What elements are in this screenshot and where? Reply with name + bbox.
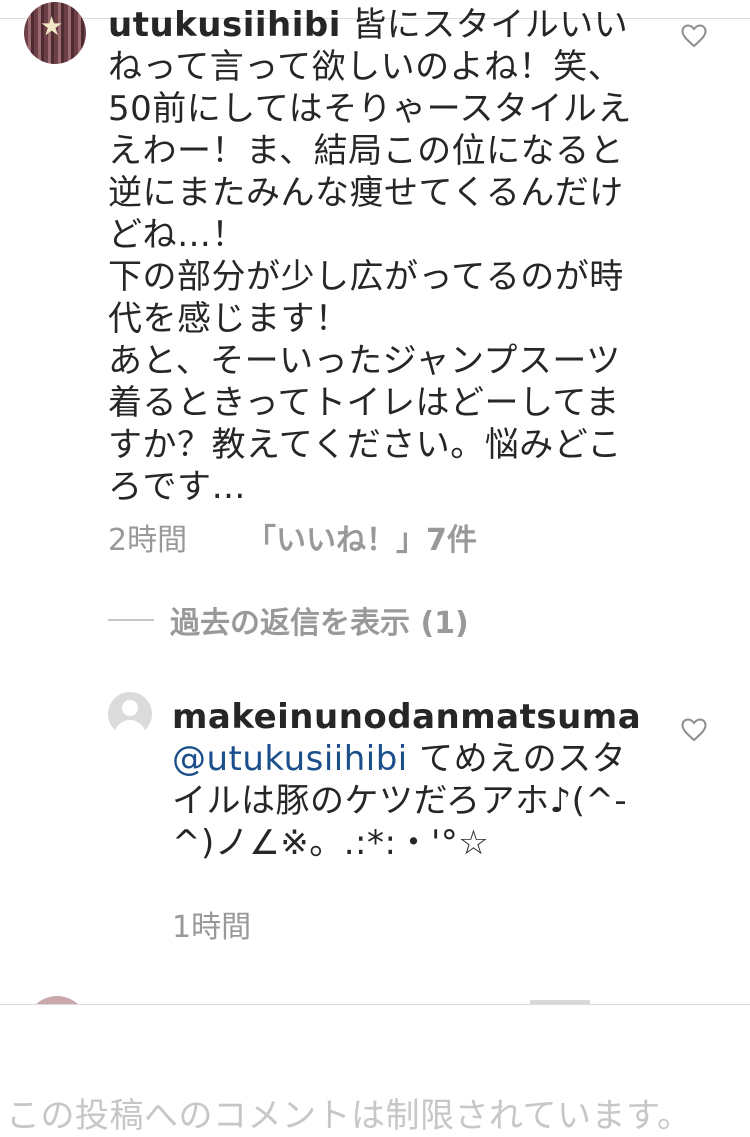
- replies-divider-line: [108, 619, 154, 621]
- star-icon: ★: [40, 12, 64, 42]
- view-replies-label: 過去の返信を表示 (1): [170, 606, 469, 641]
- person-silhouette-icon: [122, 700, 138, 716]
- commenter-avatar[interactable]: ★: [24, 2, 86, 64]
- comment-like-button[interactable]: [681, 24, 707, 48]
- comment-likes-count[interactable]: 「いいね！」7件: [246, 515, 477, 559]
- comment-username[interactable]: utukusiihibi: [108, 5, 341, 45]
- reply-body: makeinunodanmatsuma @utukusiihibi てめえのスタ…: [172, 696, 642, 864]
- comment-text: 皆にスタイルいいねって言って欲しいのよね！笑、50前にしてはそりゃースタイルええ…: [108, 5, 632, 507]
- heart-icon: [681, 718, 707, 742]
- reply-like-button[interactable]: [681, 718, 707, 742]
- reply-mention[interactable]: @utukusiihibi: [172, 739, 408, 779]
- person-silhouette-body: [114, 720, 146, 736]
- reply-avatar[interactable]: [108, 692, 152, 736]
- comments-restricted-notice: この投稿へのコメントは制限されています。: [6, 1096, 692, 1136]
- comment-timestamp: 2時間: [108, 523, 188, 558]
- view-replies-button[interactable]: 過去の返信を表示 (1): [108, 600, 469, 641]
- reply-username[interactable]: makeinunodanmatsuma: [172, 697, 641, 737]
- comment-body: utukusiihibi 皆にスタイルいいねって言って欲しいのよね！笑、50前に…: [108, 4, 643, 508]
- heart-icon: [681, 24, 707, 48]
- reply-timestamp: 1時間: [172, 910, 252, 945]
